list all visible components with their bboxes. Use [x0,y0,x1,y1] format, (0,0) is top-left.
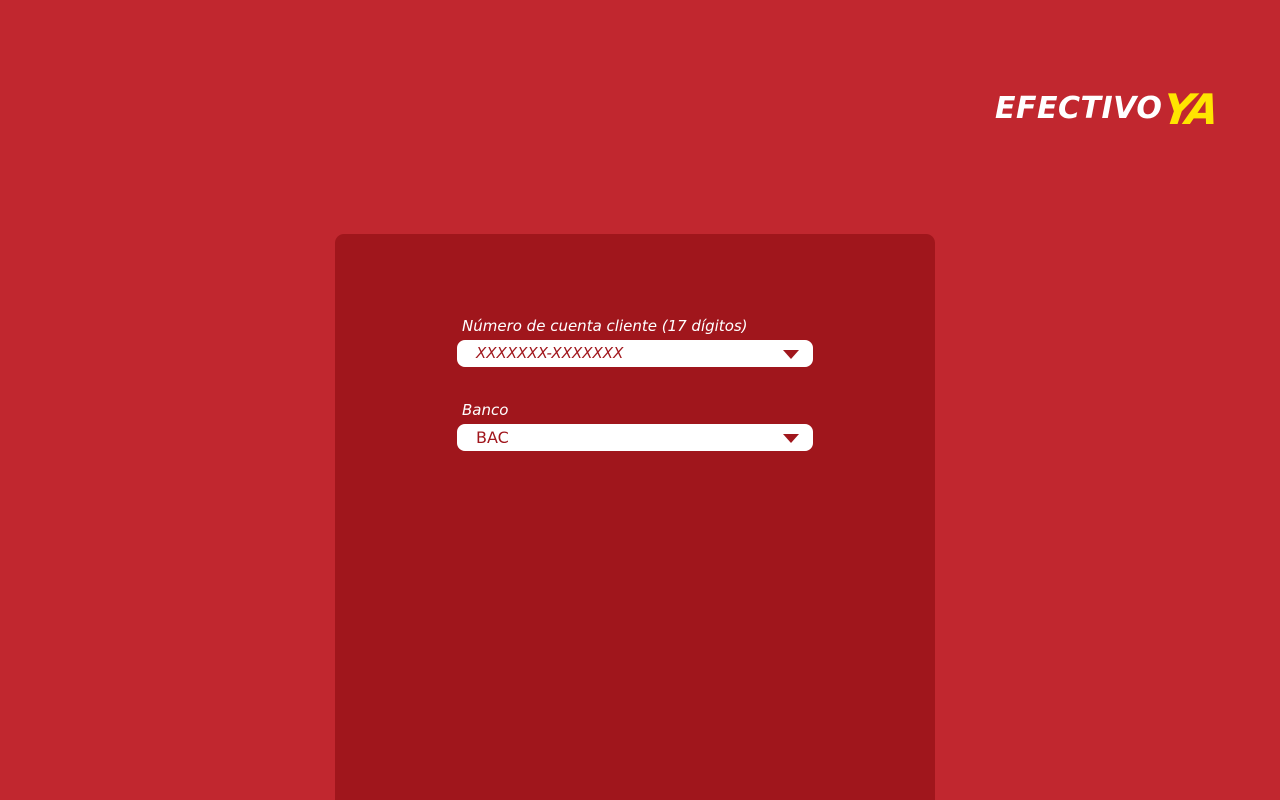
bank-value: BAC [476,428,509,447]
page: EFECTIVO YA Número de cuenta cliente (17… [0,0,1280,800]
chevron-down-icon [783,434,799,443]
account-number-select[interactable]: XXXXXXX-XXXXXXX [457,340,813,367]
bank-label: Banco [462,401,509,419]
form-panel: Número de cuenta cliente (17 dígitos) XX… [335,234,935,800]
account-number-label: Número de cuenta cliente (17 dígitos) [462,317,748,335]
efectivo-ya-logo: EFECTIVO YA [995,85,1220,134]
chevron-down-icon [783,350,799,359]
account-number-value: XXXXXXX-XXXXXXX [476,344,624,362]
logo-accent-text: YA [1160,85,1220,134]
bank-select[interactable]: BAC [457,424,813,451]
logo-text: EFECTIVO [995,91,1163,126]
account-number-field: Número de cuenta cliente (17 dígitos) XX… [457,316,813,367]
bank-field: Banco BAC [457,400,813,451]
